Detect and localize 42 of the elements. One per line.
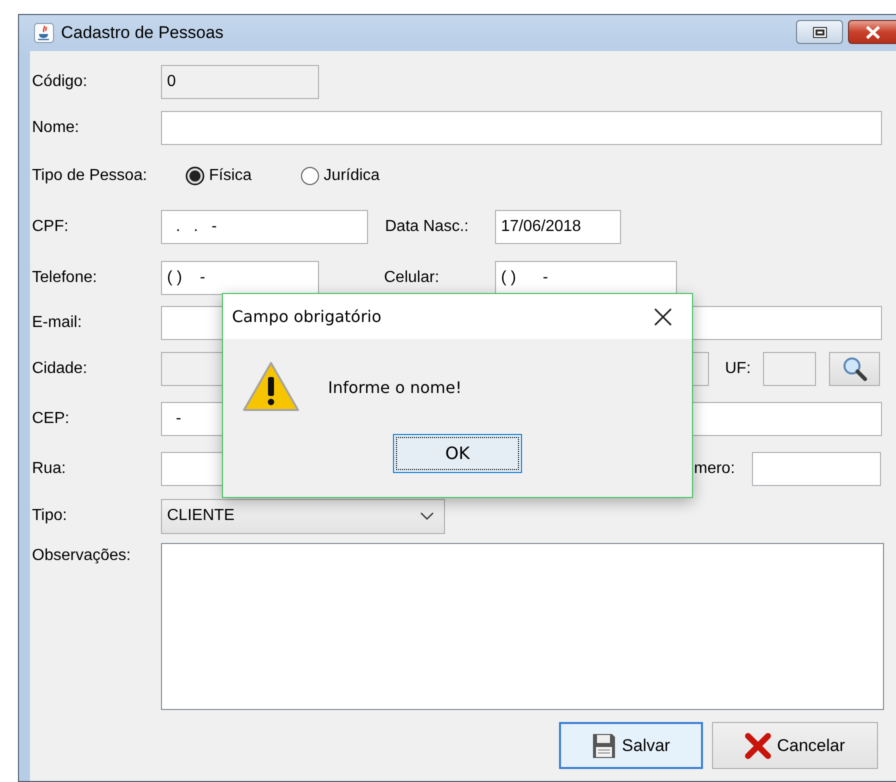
close-icon xyxy=(654,308,672,326)
field-label: Observações: xyxy=(32,547,132,565)
dialog-title: Campo obrigatório xyxy=(232,307,382,326)
type-dropdown[interactable]: CLIENTE xyxy=(161,498,445,534)
close-icon xyxy=(864,26,880,38)
cancel-button[interactable]: Cancelar xyxy=(712,722,878,769)
radio-button[interactable]: Física xyxy=(185,166,252,186)
close-button[interactable] xyxy=(848,20,896,44)
field-label: CPF: xyxy=(32,218,70,236)
field-label: UF: xyxy=(725,360,752,378)
warning-icon xyxy=(242,361,300,413)
text-field[interactable] xyxy=(752,452,881,486)
field-label: Rua: xyxy=(32,460,67,478)
save-button[interactable]: Salvar xyxy=(559,722,703,769)
chevron-icon xyxy=(420,512,434,520)
window-title: Cadastro de Pessoas xyxy=(61,22,224,42)
field-label: Tipo: xyxy=(32,507,68,525)
field-label: Nome: xyxy=(32,119,80,137)
search-button[interactable] xyxy=(829,352,880,386)
ok-button[interactable]: OK xyxy=(393,434,522,473)
field-label: Telefone: xyxy=(32,269,98,287)
dialog-message: Informe o nome! xyxy=(328,378,462,396)
field-label: mero: xyxy=(694,460,736,478)
text-field[interactable]: ( ) - xyxy=(495,261,677,295)
text-field[interactable] xyxy=(161,111,882,145)
field-label: CEP: xyxy=(32,410,70,428)
field-label: Código: xyxy=(32,73,88,91)
field-label: E-mail: xyxy=(32,314,83,332)
cross-icon xyxy=(744,732,771,758)
field-label: Cidade: xyxy=(32,360,88,378)
text-field[interactable]: ( ) - xyxy=(161,261,319,295)
text-field[interactable]: 17/06/2018 xyxy=(495,210,621,244)
restore-button[interactable] xyxy=(796,20,843,44)
radio-button[interactable]: Jurídica xyxy=(300,166,380,186)
field-label: Tipo de Pessoa: xyxy=(32,167,148,185)
java-cup-icon xyxy=(34,22,54,42)
field-label: Celular: xyxy=(384,269,440,287)
restore-icon xyxy=(812,26,826,38)
text-field[interactable]: . . - xyxy=(161,210,368,244)
field-label: Data Nasc.: xyxy=(385,218,470,236)
search-icon xyxy=(842,356,868,382)
close-button[interactable] xyxy=(652,306,674,328)
